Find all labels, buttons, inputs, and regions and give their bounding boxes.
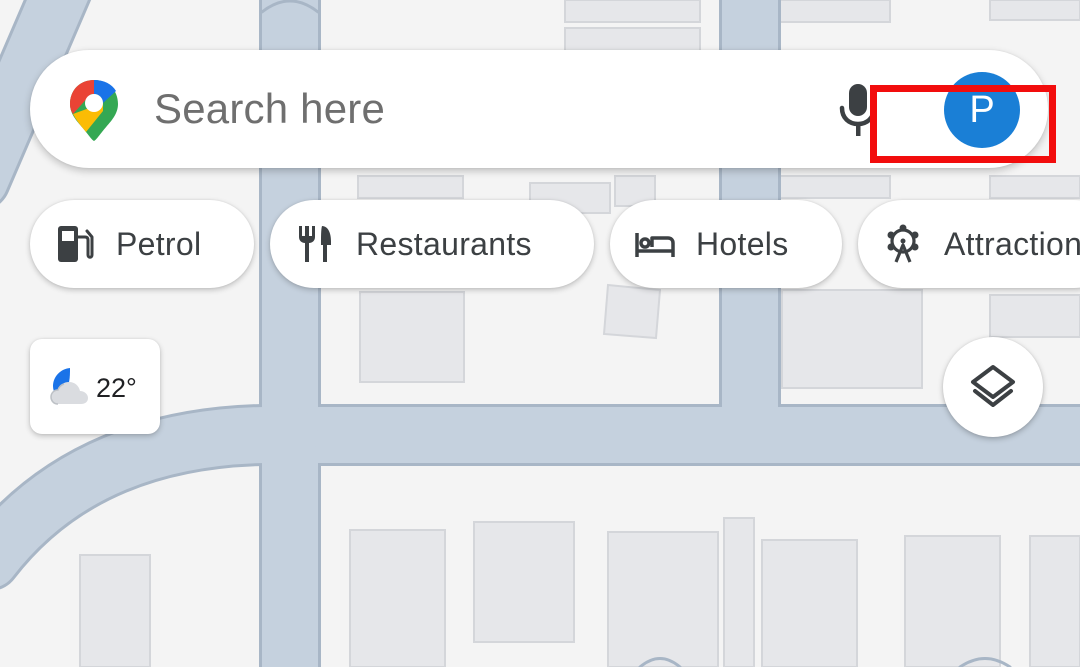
layers-button[interactable]	[943, 337, 1043, 437]
maps-app: Search here P Petrol Restaurants Hotels	[0, 0, 1080, 667]
highlight-annotation-box	[870, 85, 1056, 163]
layers-icon	[971, 365, 1015, 407]
partly-cloudy-night-icon	[50, 368, 88, 405]
chip-attractions[interactable]: Attractions	[858, 200, 1080, 288]
chip-label: Hotels	[696, 225, 789, 262]
fork-knife-icon	[299, 226, 331, 262]
search-input[interactable]: Search here	[154, 82, 385, 136]
chip-label: Petrol	[116, 225, 202, 262]
chip-petrol[interactable]: Petrol	[30, 200, 254, 288]
fuel-pump-icon	[58, 226, 94, 262]
weather-temperature: 22°	[96, 373, 137, 403]
chip-restaurants[interactable]: Restaurants	[270, 200, 594, 288]
chip-label: Restaurants	[356, 225, 532, 262]
chip-hotels[interactable]: Hotels	[610, 200, 842, 288]
google-maps-logo-icon[interactable]	[68, 78, 120, 142]
bed-icon	[635, 233, 675, 257]
chip-label: Attractions	[944, 225, 1080, 262]
ferris-wheel-icon	[887, 224, 919, 263]
